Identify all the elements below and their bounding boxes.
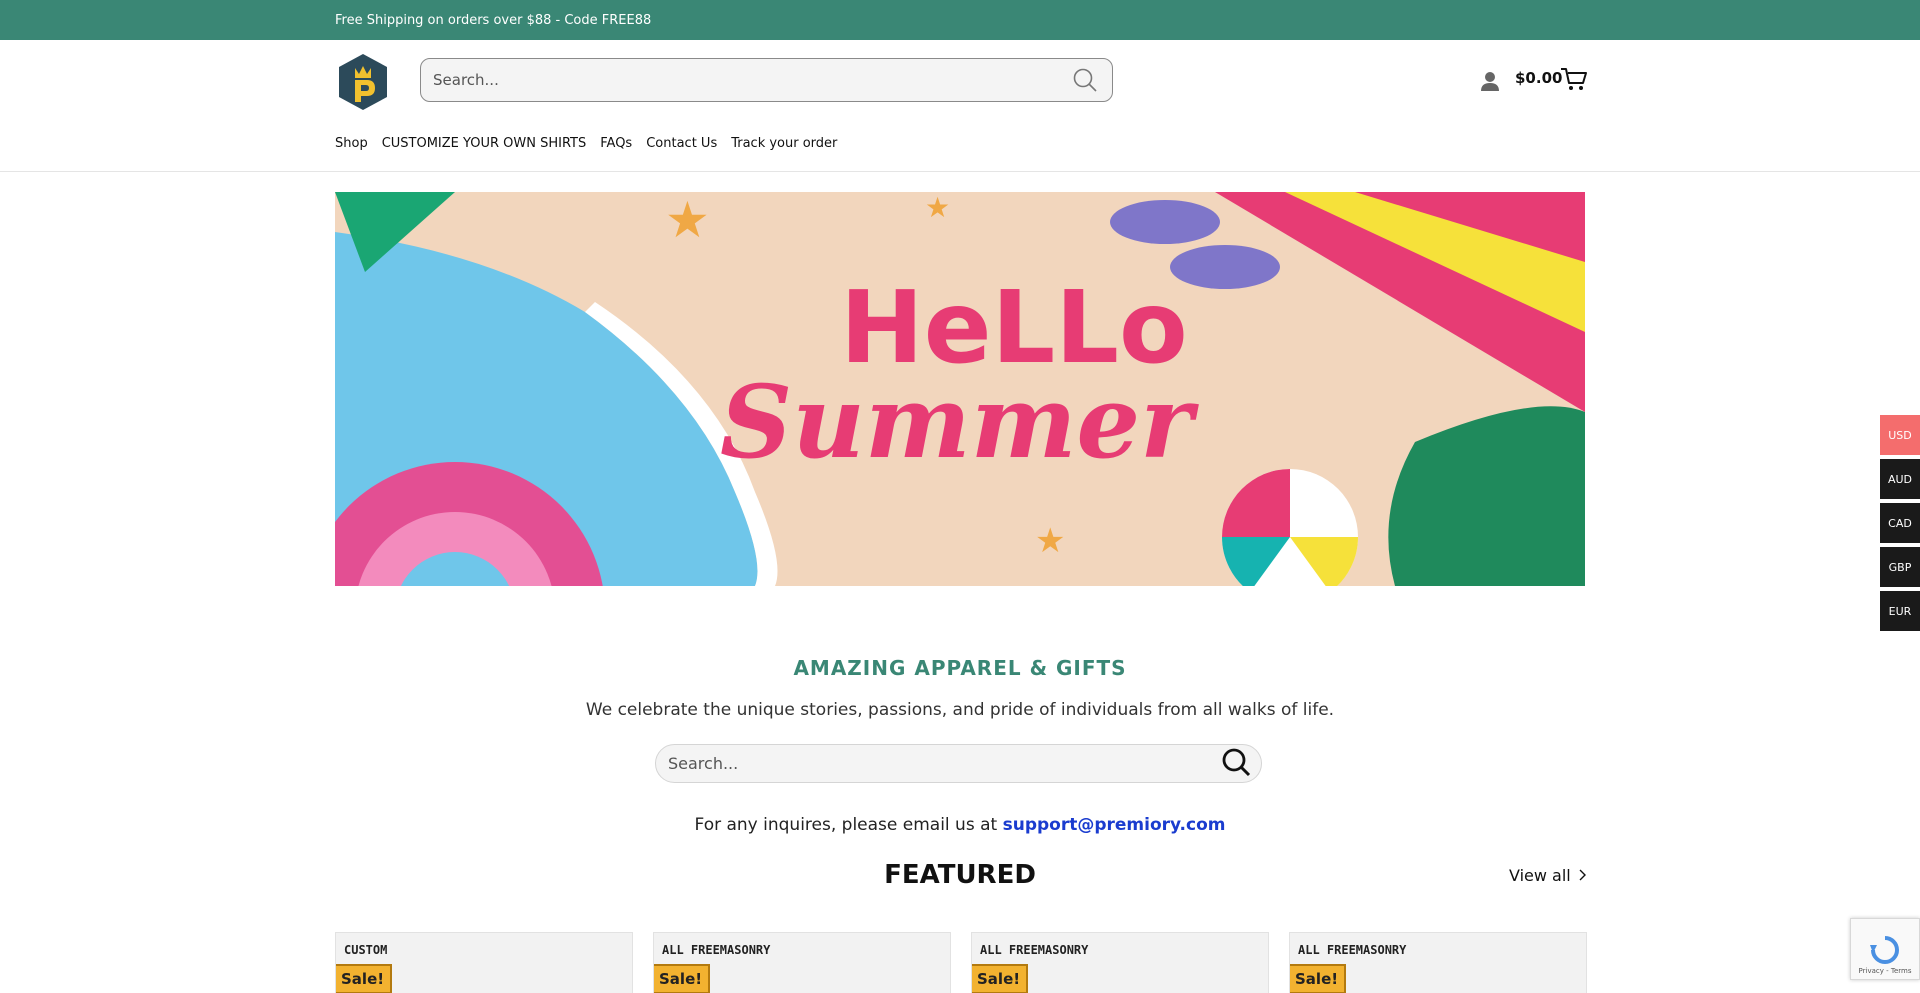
support-email-link[interactable]: support@premiory.com: [1003, 815, 1226, 835]
currency-usd[interactable]: USD: [1880, 415, 1920, 455]
search-input[interactable]: [433, 71, 1070, 89]
product-grid: CUSTOM Sale! ALL FREEMASONRY Sale! ALL F…: [335, 932, 1587, 993]
cart-total[interactable]: $0.00: [1515, 69, 1562, 87]
account-icon[interactable]: [1480, 70, 1500, 92]
currency-eur[interactable]: EUR: [1880, 591, 1920, 631]
hero-banner[interactable]: ★ ★ ★ HeLLo Summer: [335, 192, 1585, 586]
header-search: [420, 58, 1113, 102]
inquiry-note: For any inquires, please email us at sup…: [0, 815, 1920, 835]
content-search-input[interactable]: [668, 754, 1221, 773]
recaptcha-badge[interactable]: Privacy - Terms: [1850, 918, 1920, 980]
view-all-label: View all: [1509, 866, 1571, 885]
logo[interactable]: [335, 52, 391, 112]
svg-text:★: ★: [1035, 521, 1065, 561]
promo-bar: Free Shipping on orders over $88 - Code …: [0, 0, 1920, 40]
sale-badge: Sale!: [336, 964, 393, 993]
cart-icon[interactable]: [1560, 66, 1588, 92]
search-icon[interactable]: [1221, 747, 1251, 781]
main-nav: Shop CUSTOMIZE YOUR OWN SHIRTS FAQs Cont…: [335, 136, 837, 151]
view-all-link[interactable]: View all: [1509, 866, 1587, 885]
site-header: $0.00 Shop CUSTOMIZE YOUR OWN SHIRTS FAQ…: [0, 40, 1920, 172]
nav-customize[interactable]: CUSTOMIZE YOUR OWN SHIRTS: [382, 136, 587, 151]
inquiry-prefix: For any inquires, please email us at: [694, 815, 1003, 835]
featured-title: FEATURED: [884, 860, 1036, 890]
product-thumb-text: ALL FREEMASONRY: [662, 943, 771, 957]
product-thumb-text: ALL FREEMASONRY: [1298, 943, 1407, 957]
currency-cad[interactable]: CAD: [1880, 503, 1920, 543]
currency-aud[interactable]: AUD: [1880, 459, 1920, 499]
currency-gbp[interactable]: GBP: [1880, 547, 1920, 587]
nav-shop[interactable]: Shop: [335, 136, 368, 151]
intro-text: We celebrate the unique stories, passion…: [585, 700, 1335, 720]
sale-badge: Sale!: [972, 964, 1029, 993]
recaptcha-icon: [1868, 935, 1902, 967]
promo-text: Free Shipping on orders over $88 - Code …: [335, 12, 652, 28]
tagline: AMAZING APPAREL & GIFTS: [793, 656, 1127, 680]
chevron-right-icon: [1579, 866, 1587, 885]
product-card[interactable]: CUSTOM Sale!: [335, 932, 633, 993]
search-icon[interactable]: [1070, 65, 1100, 95]
sale-badge: Sale!: [654, 964, 711, 993]
product-thumb-text: CUSTOM: [344, 943, 388, 957]
nav-contact[interactable]: Contact Us: [646, 136, 717, 151]
product-card[interactable]: ALL FREEMASONRY Sale!: [653, 932, 951, 993]
content-search: [655, 744, 1262, 783]
product-thumb-text: ALL FREEMASONRY: [980, 943, 1089, 957]
recaptcha-text: Privacy - Terms: [1858, 967, 1912, 975]
sale-badge: Sale!: [1290, 964, 1347, 993]
svg-text:★: ★: [665, 192, 710, 249]
product-card[interactable]: ALL FREEMASONRY Sale!: [971, 932, 1269, 993]
product-card[interactable]: ALL FREEMASONRY Sale!: [1289, 932, 1587, 993]
svg-text:★: ★: [925, 192, 950, 224]
nav-track-order[interactable]: Track your order: [731, 136, 837, 151]
banner-line2: Summer: [720, 363, 1199, 481]
nav-faqs[interactable]: FAQs: [600, 136, 632, 151]
